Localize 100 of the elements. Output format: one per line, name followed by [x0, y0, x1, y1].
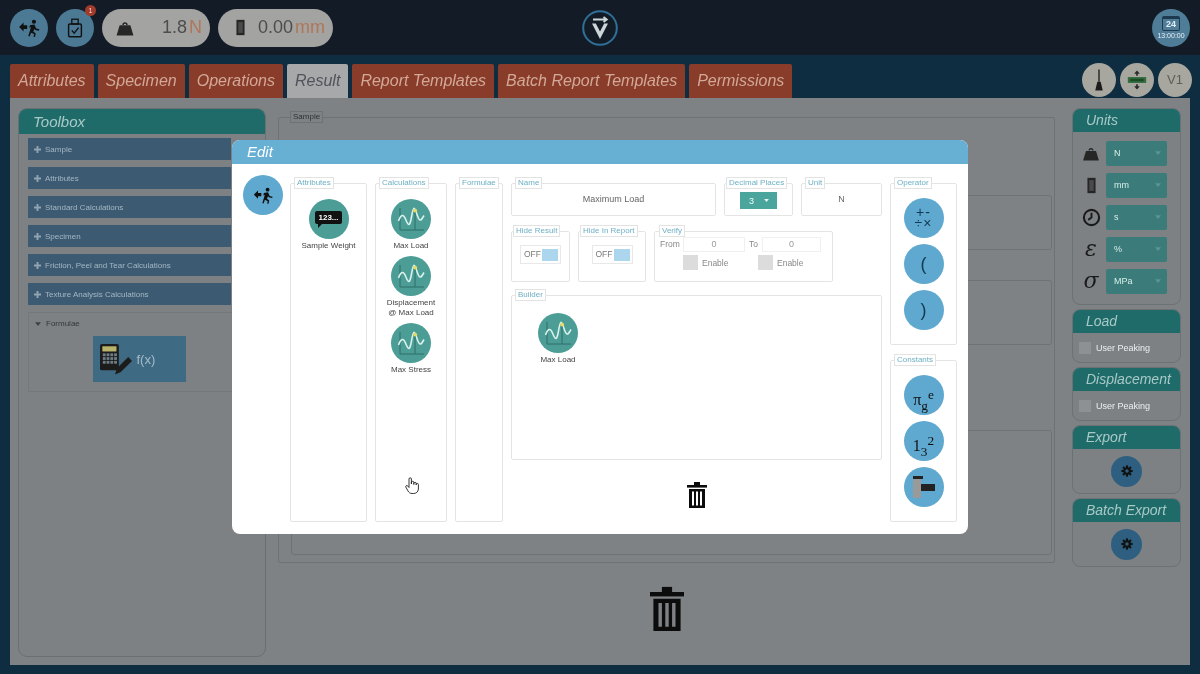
- tab[interactable]: Specimen: [97, 64, 185, 98]
- calculator-icon: [98, 343, 133, 375]
- checkbox-label: Enable: [777, 257, 804, 268]
- operator-button[interactable]: (: [903, 244, 944, 284]
- decimal-places-dropdown[interactable]: 3: [740, 192, 777, 209]
- unit-dropdown[interactable]: s: [1106, 204, 1167, 230]
- toggle-switch[interactable]: OFF: [520, 245, 561, 264]
- tab[interactable]: Result: [287, 64, 349, 98]
- panel-title: Load: [1073, 310, 1180, 333]
- constant-button[interactable]: [903, 467, 944, 507]
- option-label: User Peaking: [1096, 342, 1151, 353]
- line-graph-icon: [538, 313, 578, 353]
- readout-value: 1.8: [160, 17, 187, 38]
- checkbox[interactable]: [758, 255, 773, 270]
- plus-icon: [34, 174, 41, 182]
- unit-dropdown[interactable]: %: [1106, 236, 1167, 262]
- plus-icon: [34, 203, 41, 211]
- group-legend: Calculations: [379, 177, 429, 189]
- toolbox-group[interactable]: Sample: [28, 138, 231, 160]
- number-field[interactable]: 0: [683, 237, 745, 252]
- toolbox-group[interactable]: Friction, Peel and Tear Calculations: [28, 254, 231, 276]
- tab[interactable]: Operations: [188, 64, 283, 98]
- field-label: To: [749, 238, 758, 251]
- line-graph-icon: [391, 199, 431, 239]
- exit-icon: [253, 186, 273, 204]
- group-legend: Hide Result: [513, 225, 561, 237]
- group-legend: Verify: [659, 225, 685, 237]
- operator-button[interactable]: +- ÷×: [903, 198, 944, 238]
- block-icon: [236, 19, 245, 36]
- group-legend: Sample: [290, 111, 324, 123]
- settings-icon: [1120, 538, 1133, 550]
- clean-button[interactable]: [1082, 62, 1116, 97]
- version-button[interactable]: V1: [1158, 62, 1192, 97]
- calendar-day: 24: [1162, 15, 1180, 31]
- group-legend: Constants: [894, 354, 937, 366]
- trash-icon[interactable]: [686, 482, 707, 508]
- group-legend: Hide In Report: [580, 225, 638, 237]
- panel-title: Batch Export: [1073, 499, 1180, 522]
- readout-unit: mm: [295, 17, 325, 38]
- tab[interactable]: Attributes: [10, 64, 94, 98]
- group-legend: Decimal Places: [726, 177, 788, 189]
- panel-title: Export: [1073, 426, 1180, 449]
- field-label: From: [660, 238, 681, 251]
- attribute-tool[interactable]: 123... Sample Weight: [295, 199, 362, 251]
- plus-icon: [34, 290, 41, 298]
- tab[interactable]: Batch Report Templates: [498, 64, 686, 98]
- unit-field[interactable]: N: [806, 189, 877, 205]
- panel-title: Units: [1073, 109, 1180, 132]
- line-graph-icon: [391, 323, 431, 363]
- unit-dropdown[interactable]: mm: [1106, 172, 1167, 198]
- settings-icon: [1120, 465, 1133, 477]
- unit-dropdown[interactable]: N: [1106, 140, 1167, 166]
- tab[interactable]: Permissions: [689, 64, 793, 98]
- caret-icon: [35, 321, 41, 326]
- plus-icon: [34, 232, 41, 240]
- calculation-tool[interactable]: Displacement @ Max Load: [378, 256, 444, 318]
- operator-button[interactable]: ): [903, 290, 944, 330]
- settings-button[interactable]: [1111, 528, 1142, 560]
- logo-icon: [582, 9, 618, 46]
- name-field[interactable]: Maximum Load: [516, 189, 711, 205]
- exit-button[interactable]: [243, 175, 283, 215]
- weight-icon: [116, 19, 134, 36]
- toolbox-group[interactable]: Texture Analysis Calculations: [28, 283, 231, 305]
- checkbox[interactable]: [683, 255, 698, 270]
- plus-icon: [34, 145, 41, 153]
- resize-icon: [1127, 69, 1147, 90]
- unit-symbol: ε: [1084, 237, 1098, 261]
- group-legend: Name: [515, 177, 543, 189]
- toggle-switch[interactable]: OFF: [591, 245, 633, 264]
- calculation-tool[interactable]: Max Stress: [378, 323, 444, 375]
- toolbox-group[interactable]: Formulae: [29, 319, 80, 328]
- exit-icon: [18, 18, 40, 37]
- tab[interactable]: Report Templates: [352, 64, 495, 98]
- readout-unit: N: [189, 17, 202, 38]
- panel-title: Toolbox: [19, 109, 265, 134]
- clock-icon: [1081, 207, 1101, 227]
- calculation-tool[interactable]: Max Load: [378, 199, 444, 251]
- formula-tool[interactable]: f(x): [92, 336, 186, 382]
- number-field[interactable]: 0: [762, 237, 821, 252]
- group-legend: Attributes: [294, 177, 334, 189]
- toolbox-group[interactable]: Standard Calculations: [28, 196, 231, 218]
- plus-icon: [34, 261, 41, 269]
- blocks-icon: [912, 476, 935, 498]
- unit-dropdown[interactable]: MPa: [1106, 268, 1167, 294]
- resize-button[interactable]: [1120, 62, 1154, 97]
- toolbox-group[interactable]: Attributes: [28, 167, 231, 189]
- group-legend: Unit: [805, 177, 826, 189]
- weight-icon: [1082, 145, 1100, 161]
- broom-icon: [1094, 67, 1104, 92]
- option-label: User Peaking: [1096, 400, 1151, 411]
- checkbox-label: Enable: [702, 257, 729, 268]
- settings-button[interactable]: [1111, 455, 1142, 487]
- unit-symbol: σ: [1082, 269, 1100, 293]
- group-legend: Formulae: [459, 177, 499, 189]
- usb-drive-icon: [67, 17, 83, 38]
- formula-token[interactable]: Max Load: [525, 313, 591, 365]
- toolbox-group[interactable]: Specimen: [28, 225, 231, 247]
- readout-value: 0.00: [256, 17, 293, 38]
- group-legend: Builder: [515, 289, 546, 301]
- caret-icon: [764, 199, 769, 202]
